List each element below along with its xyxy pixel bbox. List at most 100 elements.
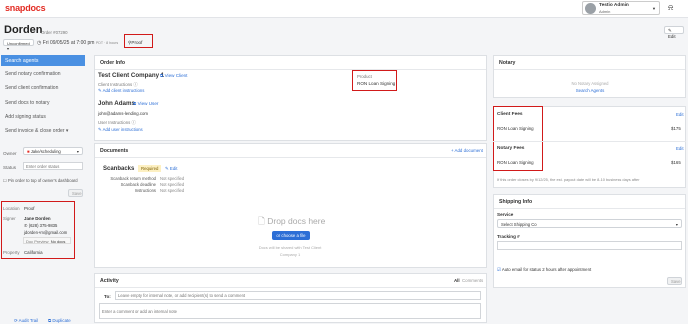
pin-order-checkbox[interactable]: ☐ Pin order to top of owner's dashboard [3,178,78,183]
copy-icon: ⧉ [48,318,52,323]
sidebar-item-search-agents[interactable]: Search agents [1,55,85,66]
choose-file-button[interactable]: or choose a file [272,231,310,240]
add-user-instructions-link[interactable]: ✎ Add user instructions [98,127,143,133]
owner-select-value: Jake/scheduling [30,149,61,154]
add-client-instructions-link[interactable]: ✎ Add client instructions [98,88,144,94]
scanbacks-title: Scanbacks [103,166,135,172]
edit-order-button[interactable]: ✎ Edit [664,26,684,39]
chevron-down-icon: ▾ [76,149,79,154]
sidebar-item-send-notary-confirmation[interactable]: Send notary confirmation [0,71,86,77]
client-instructions-label-text: Client Instructions [98,82,133,87]
shipping-service-select[interactable]: Select Shipping Co ▾ [497,219,682,228]
duplicate-label: Duplicate [52,318,71,323]
add-client-instructions-label: Add client instructions [102,88,145,93]
to-label: To: [104,294,111,299]
product-value: RON Loan Signing [357,81,396,86]
page-title: Dorden [4,24,43,36]
audit-trail-link[interactable]: ⟳ Audit Trail [14,318,38,324]
phone-icon: ✆ [24,223,28,228]
status-input[interactable] [23,162,83,170]
sidebar-item-label: Search agents [5,58,39,64]
order-info-panel: Order Info [94,55,487,141]
scanback-row-label: Instructions [134,188,156,193]
doc-preview: Doc Preview No docs [23,237,71,244]
user-instructions-label: User Instructions ⓘ [98,120,136,126]
auto-email-checkbox[interactable]: ☑ Auto email for status 2 hours after ap… [497,267,591,273]
chevron-down-icon: ▾ [7,46,10,51]
pin-order-label: Pin order to top of owner's dashboard [7,178,78,183]
user-menu[interactable]: Testio Admin Admin ▼ [582,1,660,15]
order-status-select[interactable]: Unconfirmed ▾ [3,39,34,51]
info-icon: ⓘ [133,82,138,87]
edit-scanbacks-label: Edit [169,166,178,171]
drop-zone-title-text: Drop docs here [267,216,326,226]
comment-input[interactable] [99,303,481,319]
view-client-link[interactable]: ⧉ View Client [160,73,187,78]
payout-note: If this order closes by 9/12/25, the est… [497,177,640,182]
info-icon: ⓘ [131,120,136,125]
clock-icon: ◷ [37,40,42,46]
scanback-row-label: Scanback deadline [120,182,156,187]
recipients-input[interactable] [115,291,481,300]
service-label: Service [497,212,514,217]
chevron-down-icon: ▾ [65,128,69,134]
signer-email[interactable]: jdorden+m@gmail.com [24,230,67,235]
owner-save-button[interactable]: Save [68,189,83,197]
avatar [585,3,596,14]
pencil-icon: ✎ [668,28,672,33]
view-user-link[interactable]: ⧉ View User [133,101,158,106]
signer-label: Signer [3,216,16,221]
scanback-row-value: Not specified [160,188,185,193]
sidebar-item-add-signing-status[interactable]: Add signing status [0,114,86,120]
doc-preview-value: No docs [50,239,66,244]
chevron-down-icon: ▼ [652,6,656,11]
owner-label: Owner [3,151,17,156]
client-name: Test Client Company 1 [98,72,165,79]
chevron-down-icon: ▾ [675,222,678,227]
top-bar: snapdocs Testio Admin Admin ▼ ⍾ [0,0,688,18]
sidebar-item-label: Send notary confirmation [5,71,61,77]
drop-zone-title: 🗋 Drop docs here [258,216,325,230]
sidebar-item-send-client-confirmation[interactable]: Send client confirmation [0,85,86,91]
timezone-text: PDT · 8 hours [95,41,119,45]
view-client-label: View Client [164,73,188,78]
notary-heading: Notary [494,56,685,70]
client-fee-amount: $175 [671,126,681,131]
property-label: Property [3,250,20,255]
scanback-row-value: Not specified [160,182,185,187]
edit-client-fees-link[interactable]: Edit [676,112,684,117]
sidebar-item-send-invoice[interactable]: Send invoice & close order ▾ [0,128,86,134]
search-agents-link[interactable]: Search Agents [560,88,620,93]
edit-notary-fees-link[interactable]: Edit [676,146,684,151]
checkbox-icon: ☐ [3,178,7,183]
snapdocs-logo[interactable]: snapdocs [5,3,46,13]
duplicate-link[interactable]: ⧉ Duplicate [48,318,71,323]
owner-select[interactable]: ■ Jake/scheduling ▾ [23,147,83,155]
notary-fee-item: RON Loan Signing [497,160,534,165]
appointment-datetime-text: Fri 09/05/25 at 7:00 pm [42,40,95,46]
edit-scanbacks-link[interactable]: ✎ Edit [165,166,178,172]
owner-avatar-icon: ■ [27,149,30,154]
user-email: john@adams-lending.com [98,111,148,116]
property-value: California [24,250,43,255]
tracking-input[interactable] [497,241,682,250]
order-info-heading: Order Info [95,56,486,70]
notary-fee-amount: $165 [671,160,681,165]
appointment-datetime[interactable]: ◷ Fri 09/05/25 at 7:00 pm PDT · 8 hours [37,40,118,46]
add-document-link[interactable]: + Add document [451,148,483,153]
client-fee-item: RON Loan Signing [497,126,534,131]
sidebar-item-label: Add signing status [5,114,46,120]
pencil-icon: ✎ [165,166,169,171]
signer-name: Jane Dorden [24,216,51,221]
sidebar-item-send-docs-to-notary[interactable]: Send docs to notary [0,100,86,106]
pencil-icon: ✎ [98,88,102,93]
user-instructions-label-text: User Instructions [98,120,131,125]
shipping-save-button[interactable]: Save [667,277,682,285]
notifications-icon[interactable]: ⍾ [668,3,673,13]
documents-heading: Documents [95,144,486,158]
user-name-heading: John Adams [98,100,135,107]
required-badge: Required [138,165,162,172]
filter-all-tab[interactable]: All [454,278,460,283]
filter-comments-tab[interactable]: Comments [462,278,483,283]
location-label: Location [3,206,20,211]
